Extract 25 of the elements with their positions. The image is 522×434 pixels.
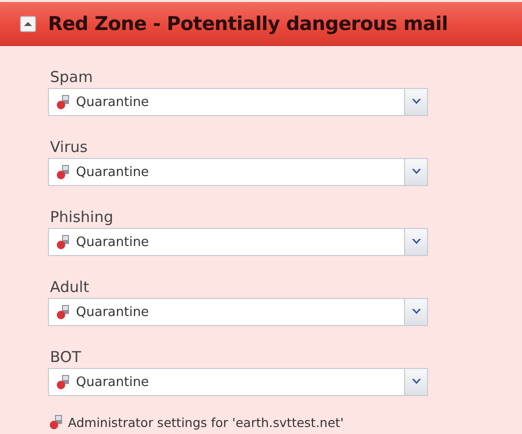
chevron-down-icon (412, 239, 420, 245)
collapse-button[interactable] (20, 16, 36, 32)
field-label: Virus (50, 138, 89, 156)
chevron-down-icon (412, 379, 420, 385)
quarantine-icon (55, 304, 71, 320)
field-label: Spam (50, 68, 94, 86)
action-dropdown[interactable]: Quarantine (48, 88, 428, 116)
chevron-down-icon (412, 309, 420, 315)
field-label: Phishing (50, 208, 114, 226)
field-label: BOT (50, 348, 82, 366)
chevron-down-icon (412, 99, 420, 105)
quarantine-icon (48, 414, 64, 430)
action-dropdown[interactable]: Quarantine (48, 298, 428, 326)
quarantine-icon (55, 164, 71, 180)
admin-settings-link[interactable]: Administrator settings for 'earth.svttest.net' (48, 414, 522, 430)
quarantine-icon (55, 374, 71, 390)
quarantine-icon (55, 234, 71, 250)
action-dropdown[interactable]: Quarantine (48, 228, 428, 256)
action-dropdown[interactable]: Quarantine (48, 368, 428, 396)
quarantine-icon (55, 94, 71, 110)
chevron-down-icon (412, 169, 420, 175)
action-dropdown[interactable]: Quarantine (48, 158, 428, 186)
panel-title: Red Zone - Potentially dangerous mail (48, 12, 448, 34)
field-label: Adult (50, 278, 90, 296)
caret-up-icon (24, 20, 32, 26)
